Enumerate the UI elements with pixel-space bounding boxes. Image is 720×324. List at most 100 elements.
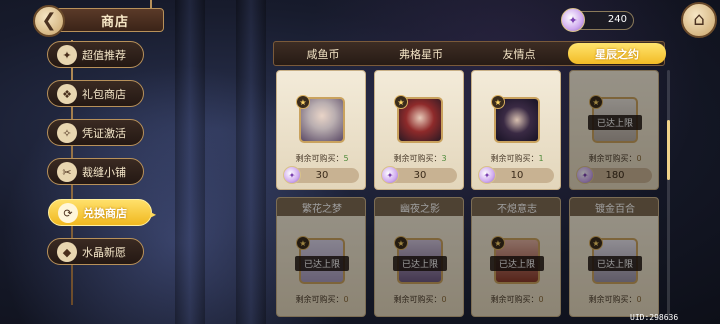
tab-label: 咸鱼币 — [306, 47, 340, 61]
menu-item-label: 超值推荐 — [82, 48, 126, 62]
star-badge-icon: ★ — [296, 236, 310, 250]
remaining-count: 剩余可购买：0 — [472, 294, 560, 305]
shop-card-sold-out[interactable]: ★ 已达上限 剩余可购买：0 ✦ 180 — [569, 70, 659, 190]
remaining-label: 剩余可购买： — [490, 295, 539, 304]
price-value: 30 — [315, 170, 329, 181]
currency-value: 240 — [607, 14, 627, 25]
exchange-icon: ⟳ — [58, 203, 78, 223]
limit-reached-tag: 已达上限 — [295, 256, 349, 271]
tab-label: 星辰之约 — [595, 47, 639, 61]
remaining-label: 剩余可购买： — [393, 154, 442, 163]
voucher-icon: ✧ — [57, 123, 77, 143]
user-id: UID:298636 — [630, 313, 679, 322]
star-currency-icon: ✦ — [283, 166, 301, 184]
recommend-icon: ✦ — [57, 45, 77, 65]
remaining-label: 剩余可购买： — [588, 295, 637, 304]
home-button[interactable]: ⌂ — [681, 2, 717, 38]
menu-item-gift-shop[interactable]: ❖ 礼包商店 — [47, 80, 144, 107]
currency-display: ✦ 240 — [561, 8, 634, 32]
scrollbar-track[interactable] — [667, 70, 670, 320]
remaining-label: 剩余可购买： — [490, 154, 539, 163]
shop-card-sold-out[interactable]: 不熄意志 ★ 已达上限 剩余可购买：0 — [471, 197, 561, 317]
menu-item-recommend[interactable]: ✦ 超值推荐 — [47, 41, 144, 68]
menu-item-voucher[interactable]: ✧ 凭证激活 — [47, 119, 144, 146]
star-currency-icon: ✦ — [561, 8, 585, 32]
remaining-label: 剩余可购买： — [295, 295, 344, 304]
remaining-value: 1 — [538, 154, 544, 163]
page-title: 商店 — [100, 14, 129, 30]
menu-item-exchange[interactable]: ⟳ 兑换商店 — [48, 199, 152, 226]
tab-fug-star-coin[interactable]: 弗格星币 — [372, 42, 470, 65]
limit-reached-tag: 已达上限 — [393, 256, 447, 271]
shop-card-sold-out[interactable]: 镀金百合 ★ 已达上限 剩余可购买：0 — [569, 197, 659, 317]
remaining-count: 剩余可购买：1 — [472, 153, 560, 164]
menu-item-label: 水晶新愿 — [82, 245, 126, 259]
menu-item-tailor[interactable]: ✂ 裁缝小铺 — [47, 158, 144, 185]
card-title: 镀金百合 — [570, 198, 658, 216]
remaining-count: 剩余可购买：0 — [277, 294, 365, 305]
price-tag[interactable]: ✦ 10 — [478, 166, 554, 184]
card-title: 不熄意志 — [472, 198, 560, 216]
remaining-value: 3 — [441, 154, 447, 163]
price-value: 180 — [605, 170, 625, 181]
star-badge-icon: ★ — [589, 95, 603, 109]
tab-friendship-points[interactable]: 友情点 — [470, 42, 568, 65]
tab-salted-fish-coin[interactable]: 咸鱼币 — [274, 42, 372, 65]
shop-card[interactable]: ★ 剩余可购买：5 ✦ 30 — [276, 70, 366, 190]
tab-label: 友情点 — [502, 47, 536, 61]
back-arrow-icon: ❮ — [41, 10, 57, 31]
remaining-value: 0 — [636, 295, 642, 304]
remaining-value: 0 — [441, 295, 447, 304]
background-pillar — [236, 0, 266, 324]
remaining-count: 剩余可购买：0 — [375, 294, 463, 305]
star-badge-icon: ★ — [296, 95, 310, 109]
shop-card-sold-out[interactable]: 繁花之梦 ★ 已达上限 剩余可购买：0 — [276, 197, 366, 317]
back-button[interactable]: ❮ — [33, 5, 65, 37]
home-icon: ⌂ — [693, 9, 705, 30]
star-badge-icon: ★ — [491, 95, 505, 109]
price-tag[interactable]: ✦ 30 — [283, 166, 359, 184]
price-value: 30 — [413, 170, 427, 181]
card-title: 幽夜之影 — [375, 198, 463, 216]
remaining-count: 剩余可购买：0 — [570, 294, 658, 305]
star-badge-icon: ★ — [394, 236, 408, 250]
tab-star-promise[interactable]: 星辰之约 — [568, 43, 666, 64]
remaining-value: 0 — [538, 295, 544, 304]
menu-item-label: 兑换商店 — [83, 206, 127, 220]
menu-item-label: 裁缝小铺 — [82, 165, 126, 179]
remaining-count: 剩余可购买：3 — [375, 153, 463, 164]
shop-card[interactable]: ★ 剩余可购买：3 ✦ 30 — [374, 70, 464, 190]
menu-item-label: 礼包商店 — [82, 87, 126, 101]
remaining-value: 0 — [636, 154, 642, 163]
price-value: 10 — [510, 170, 524, 181]
limit-reached-tag: 已达上限 — [588, 256, 642, 271]
remaining-label: 剩余可购买： — [393, 295, 442, 304]
remaining-label: 剩余可购买： — [588, 154, 637, 163]
title-plate: 商店 — [52, 8, 164, 32]
shop-card[interactable]: ★ 剩余可购买：1 ✦ 10 — [471, 70, 561, 190]
star-badge-icon: ★ — [394, 95, 408, 109]
limit-reached-tag: 已达上限 — [490, 256, 544, 271]
shop-card-sold-out[interactable]: 幽夜之影 ★ 已达上限 剩余可购买：0 — [374, 197, 464, 317]
price-tag[interactable]: ✦ 180 — [576, 166, 652, 184]
active-arrow-icon: ▸ — [150, 207, 157, 221]
gift-icon: ❖ — [57, 84, 77, 104]
star-currency-icon: ✦ — [478, 166, 496, 184]
menu-item-crystal[interactable]: ◆ 水晶新愿 — [47, 238, 144, 265]
remaining-value: 5 — [343, 154, 349, 163]
star-currency-icon: ✦ — [381, 166, 399, 184]
remaining-count: 剩余可购买：0 — [570, 153, 658, 164]
star-badge-icon: ★ — [491, 236, 505, 250]
crystal-icon: ◆ — [57, 242, 77, 262]
remaining-label: 剩余可购买： — [295, 154, 344, 163]
star-badge-icon: ★ — [589, 236, 603, 250]
limit-reached-tag: 已达上限 — [588, 115, 642, 130]
star-currency-icon: ✦ — [576, 166, 594, 184]
remaining-value: 0 — [343, 295, 349, 304]
card-title: 繁花之梦 — [277, 198, 365, 216]
price-tag[interactable]: ✦ 30 — [381, 166, 457, 184]
scrollbar-thumb[interactable] — [667, 120, 670, 180]
menu-item-label: 凭证激活 — [82, 126, 126, 140]
remaining-count: 剩余可购买：5 — [277, 153, 365, 164]
tab-label: 弗格星币 — [399, 47, 443, 61]
